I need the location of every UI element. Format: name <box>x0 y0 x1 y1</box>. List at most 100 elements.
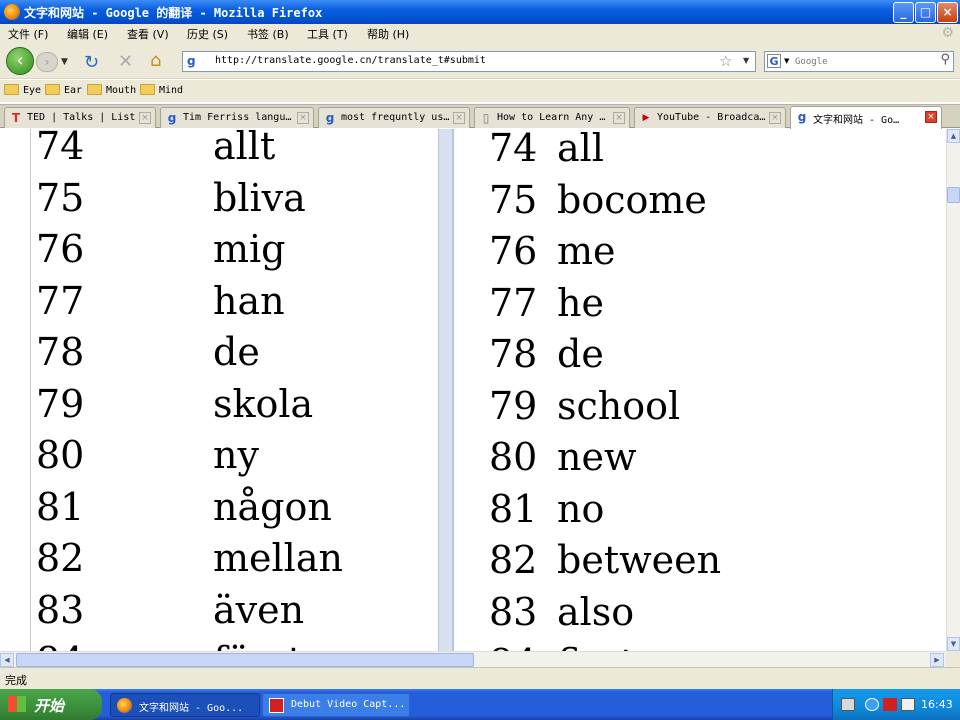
translated-word: first <box>557 644 635 651</box>
clock: 16:43 <box>921 698 953 711</box>
bookmark-mouth[interactable]: Mouth <box>87 84 136 96</box>
url-text[interactable]: http://translate.google.cn/translate_t#s… <box>215 55 486 66</box>
tab-close-icon[interactable]: × <box>769 112 781 124</box>
tab-close-icon[interactable]: × <box>613 112 625 124</box>
window-title: 文字和网站 - Google 的翻译 - Mozilla Firefox <box>24 6 323 20</box>
search-engine-icon[interactable]: G <box>767 54 781 68</box>
translated-word: de <box>557 332 604 376</box>
translated-word: no <box>557 486 605 531</box>
tab-bar: T TED | Talks | List × g Tim Ferriss lan… <box>0 104 960 129</box>
word-number: 76 <box>36 227 85 271</box>
tab-close-icon[interactable]: × <box>925 111 937 123</box>
tab-how-to-learn[interactable]: ▯ How to Learn Any … × <box>474 107 630 128</box>
word-number: 82 <box>36 536 85 580</box>
word-number: 78 <box>489 332 538 376</box>
tab-label: TED | Talks | List <box>27 112 136 123</box>
bookmark-label: Eye <box>23 85 42 96</box>
tab-most-frequently[interactable]: g most frequntly us… × <box>318 107 470 128</box>
menu-tools[interactable]: 工具 (T) <box>307 26 348 42</box>
taskbar: 开始 文字和网站 - Goo... Debut Video Capt... 16… <box>0 689 960 720</box>
url-dropdown-icon[interactable]: ▼ <box>743 56 749 65</box>
word-number: 78 <box>36 330 85 374</box>
word-number: 82 <box>489 538 538 582</box>
horizontal-scroll-thumb[interactable] <box>16 653 474 667</box>
taskbar-item-label: 文字和网站 - Goo... <box>139 703 244 714</box>
taskbar-item-debut[interactable]: Debut Video Capt... <box>262 693 410 717</box>
folder-icon <box>4 84 19 95</box>
taskbar-item-firefox[interactable]: 文字和网站 - Goo... <box>110 693 260 717</box>
menu-help[interactable]: 帮助 (H) <box>367 26 409 42</box>
bookmark-ear[interactable]: Ear <box>45 84 82 96</box>
close-button[interactable]: × <box>937 2 958 23</box>
maximize-button[interactable]: □ <box>915 2 936 23</box>
source-word: även <box>213 587 305 632</box>
menu-bookmarks[interactable]: 书签 (B) <box>247 26 289 42</box>
tab-youtube[interactable]: ▶ YouTube - Broadca… × <box>634 107 786 128</box>
start-button[interactable]: 开始 <box>0 689 102 720</box>
pane-divider <box>438 129 454 651</box>
home-icon[interactable]: ⌂ <box>150 50 161 71</box>
tab-google-translate[interactable]: g 文字和网站 - Go… × <box>790 106 942 129</box>
menu-history[interactable]: 历史 (S) <box>187 26 228 42</box>
menu-edit[interactable]: 编辑 (E) <box>67 26 108 42</box>
scroll-up-icon[interactable]: ▲ <box>947 129 960 143</box>
folder-icon <box>87 84 102 95</box>
word-number: 77 <box>489 280 538 325</box>
network-icon[interactable] <box>901 698 915 711</box>
search-icon[interactable]: ⚲ <box>940 52 950 67</box>
tab-ted[interactable]: T TED | Talks | List × <box>4 107 156 128</box>
translated-word: bocome <box>557 177 707 222</box>
search-box[interactable]: G ▼ ⚲ <box>764 51 954 72</box>
menu-view[interactable]: 查看 (V) <box>127 26 169 42</box>
word-number: 74 <box>36 129 85 168</box>
source-word: mellan <box>213 536 343 580</box>
ted-icon: T <box>11 111 21 125</box>
search-engine-dropdown-icon[interactable]: ▼ <box>784 57 789 65</box>
tab-close-icon[interactable]: × <box>453 112 465 124</box>
scroll-left-icon[interactable]: ◀ <box>0 653 14 667</box>
stop-icon[interactable]: ✕ <box>118 51 133 72</box>
minimize-button[interactable]: _ <box>893 2 914 23</box>
tab-close-icon[interactable]: × <box>139 112 151 124</box>
forward-button[interactable]: › <box>36 52 58 72</box>
bookmark-eye[interactable]: Eye <box>4 84 41 96</box>
translated-word: all <box>557 129 604 170</box>
vertical-scroll-thumb[interactable] <box>947 187 960 203</box>
word-number: 79 <box>489 383 538 428</box>
tab-label: YouTube - Broadca… <box>657 112 766 123</box>
folder-icon <box>140 84 155 95</box>
scroll-down-icon[interactable]: ▼ <box>947 637 960 651</box>
source-text-pane[interactable]: 74 allt 75 bliva 76 mig 77 han 78 de 79 skola 80 ny 81… <box>30 129 439 651</box>
back-button[interactable]: ‹ <box>6 47 34 75</box>
history-dropdown-icon[interactable]: ▼ <box>61 57 68 67</box>
windows-flag-icon <box>8 696 26 712</box>
tab-close-icon[interactable]: × <box>297 112 309 124</box>
translated-word: school <box>557 383 681 428</box>
horizontal-scrollbar[interactable]: ◀ ▶ <box>0 651 946 667</box>
tray-arrow-icon[interactable] <box>865 698 879 711</box>
reload-icon[interactable]: ↻ <box>84 52 99 73</box>
menu-bar: 文件 (F) 编辑 (E) 查看 (V) 历史 (S) 书签 (B) 工具 (T… <box>0 24 960 43</box>
scroll-right-icon[interactable]: ▶ <box>930 653 944 667</box>
translated-word: new <box>557 435 637 479</box>
bookmark-mind[interactable]: Mind <box>140 84 183 96</box>
google-favicon-icon: g <box>187 54 196 68</box>
word-number: 74 <box>489 129 538 170</box>
recording-icon[interactable] <box>883 698 897 711</box>
url-bar[interactable]: g http://translate.google.cn/translate_t… <box>182 51 756 72</box>
keyboard-icon[interactable] <box>841 698 855 711</box>
menu-file[interactable]: 文件 (F) <box>8 26 48 42</box>
word-number: 75 <box>489 177 538 222</box>
tab-tim-ferriss[interactable]: g Tim Ferriss langu… × <box>160 107 314 128</box>
scrollbar-corner <box>946 651 960 667</box>
search-input[interactable] <box>795 53 933 70</box>
word-number: 81 <box>489 486 538 531</box>
tab-label: most frequntly us… <box>341 112 450 123</box>
source-word: mig <box>213 227 286 271</box>
bookmark-star-icon[interactable]: ☆ <box>719 52 732 70</box>
source-word: bliva <box>213 175 306 220</box>
translated-word: me <box>557 229 616 273</box>
word-number: 77 <box>36 278 85 323</box>
vertical-scrollbar[interactable]: ▲ ▼ <box>946 129 960 651</box>
translated-word: between <box>557 538 722 582</box>
